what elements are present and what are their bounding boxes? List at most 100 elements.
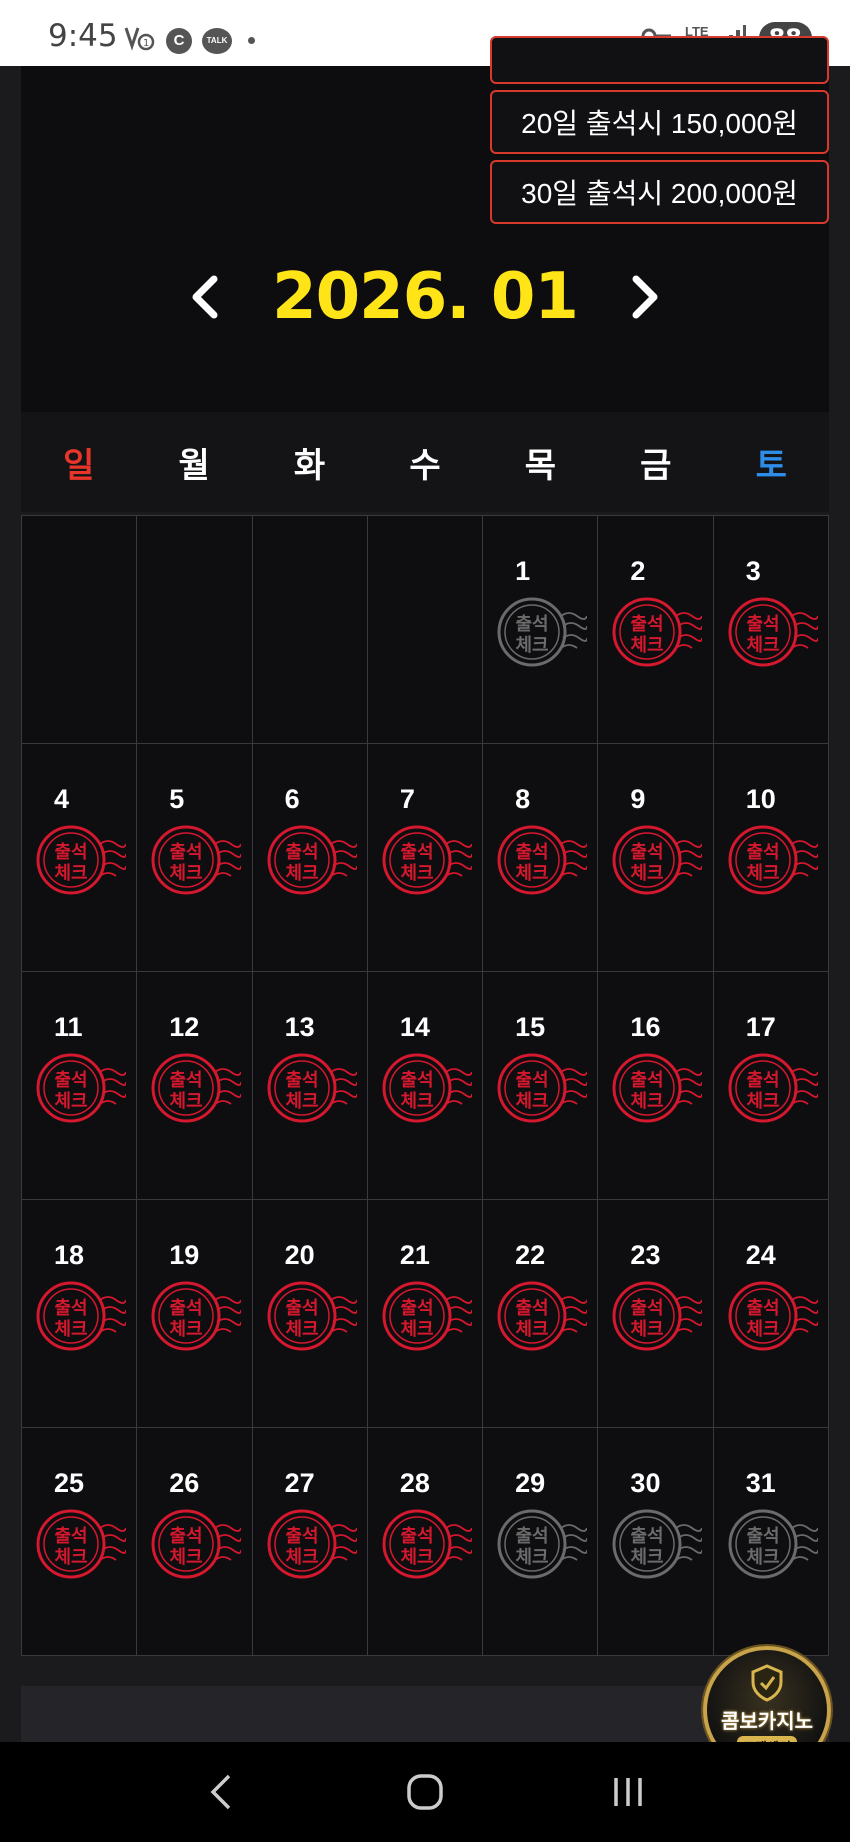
attendance-stamp-checked-icon: 출석체크	[36, 1509, 126, 1579]
stamp-text-top: 출석	[54, 1526, 87, 1547]
calendar-day-cell[interactable]: 1 출석 체크	[483, 516, 599, 744]
day-number: 8	[515, 784, 531, 814]
stamp-text-top: 출석	[516, 1298, 549, 1319]
calendar-day-cell[interactable]: 17 출석 체크	[713, 972, 829, 1200]
calendar-day-cell[interactable]: 19 출석 체크	[137, 1200, 253, 1428]
weekday-label: 화	[293, 446, 326, 485]
calendar-day-cell[interactable]: 18 출석 체크	[22, 1200, 138, 1428]
recents-icon[interactable]	[598, 1762, 658, 1822]
calendar-day-cell[interactable]: 30 출석 체크	[598, 1428, 714, 1656]
stamp-text-top: 출석	[285, 1298, 318, 1319]
stamp-text-bottom: 체크	[285, 1319, 318, 1340]
reward-row-20-days: 20일 출석시 150,000원	[490, 90, 829, 154]
day-number: 22	[515, 1240, 546, 1270]
calendar-day-cell[interactable]: 4 출석 체크	[22, 744, 138, 972]
stamp-text-bottom: 체크	[746, 1547, 779, 1568]
stamp-text-bottom: 체크	[54, 863, 87, 884]
day-number: 11	[54, 1012, 83, 1042]
day-number: 1	[515, 556, 531, 586]
volte-icon: 1	[124, 24, 156, 57]
attendance-stamp-checked-icon: 출석체크	[728, 1281, 818, 1351]
stamp-text-top: 출석	[746, 1070, 779, 1091]
calendar-day-cell[interactable]: 24 출석 체크	[713, 1200, 829, 1428]
calendar-day-cell[interactable]: 16 출석 체크	[598, 972, 714, 1200]
attendance-stamp-checked-icon: 출석체크	[612, 825, 703, 895]
stamp-text-top: 출석	[170, 1070, 203, 1091]
reward-row-30-days: 30일 출석시 200,000원	[490, 160, 829, 224]
stamp-text-top: 출석	[746, 1298, 779, 1319]
calendar-day-cell[interactable]: 14 출석 체크	[367, 972, 484, 1200]
stamp-text-bottom: 체크	[746, 1091, 779, 1112]
calendar-day-cell[interactable]: 27 출석 체크	[252, 1428, 368, 1656]
calendar-grid: 1 출석 체크 2 출석 체크 3 출석 체크 4 출석 체크 5 출석 체크 6 출석 체크 7 출석 체크 8 출석 체크…	[21, 515, 829, 1656]
stamp-text-bottom: 체크	[516, 1319, 549, 1340]
weekday-label: 월	[178, 446, 210, 485]
calendar-day-cell[interactable]: 3 출석 체크	[713, 516, 829, 744]
stamp-text-top: 출석	[746, 1526, 779, 1547]
weekday-label: 일	[63, 446, 95, 485]
calendar-day-cell[interactable]: 29 출석 체크	[483, 1428, 599, 1656]
calendar-day-cell[interactable]: 2 출석 체크	[598, 516, 714, 744]
stamp-text-top: 출석	[516, 842, 549, 863]
calendar-empty-cell	[22, 516, 138, 744]
month-navigation: 2026. 01	[0, 252, 850, 342]
day-number: 26	[169, 1468, 200, 1498]
attendance-stamp-checked-icon: 출석체크	[612, 597, 703, 667]
calendar-day-cell[interactable]: 15 출석 체크	[483, 972, 599, 1200]
calendar-day-cell[interactable]: 23 출석 체크	[598, 1200, 714, 1428]
calendar-day-cell[interactable]: 26 출석 체크	[137, 1428, 253, 1656]
calendar-day-cell[interactable]: 8 출석 체크	[483, 744, 599, 972]
stamp-text-bottom: 체크	[170, 1319, 203, 1340]
calendar-day-cell[interactable]: 13 출석 체크	[252, 972, 368, 1200]
chevron-right-icon[interactable]	[622, 267, 668, 327]
back-icon[interactable]	[192, 1762, 252, 1822]
calendar-day-cell[interactable]: 10 출석 체크	[713, 744, 829, 972]
calendar-empty-cell	[367, 516, 484, 744]
month-title: 2026. 01	[272, 260, 579, 334]
calendar-day-cell[interactable]: 11 출석 체크	[22, 972, 138, 1200]
attendance-stamp-checked-icon: 출석체크	[612, 1281, 703, 1351]
calendar-day-cell[interactable]: 21 출석 체크	[367, 1200, 484, 1428]
calendar-day-cell[interactable]: 6 출석 체크	[252, 744, 368, 972]
day-number: 23	[630, 1240, 661, 1270]
c-app-icon: C	[166, 27, 192, 54]
day-number: 17	[745, 1012, 776, 1042]
stamp-text-bottom: 체크	[516, 863, 549, 884]
calendar-day-cell[interactable]: 25 출석 체크	[22, 1428, 138, 1656]
chevron-left-icon[interactable]	[182, 267, 228, 327]
stamp-text-top: 출석	[400, 1298, 433, 1319]
calendar-day-cell[interactable]: 28 출석 체크	[367, 1428, 484, 1656]
calendar-day-cell[interactable]: 20 출석 체크	[252, 1200, 368, 1428]
home-icon[interactable]	[395, 1762, 455, 1822]
day-number: 9	[630, 784, 646, 814]
stamp-text-top: 출석	[170, 842, 203, 863]
stamp-text-bottom: 체크	[631, 863, 664, 884]
calendar-day-cell[interactable]: 31 출석 체크	[713, 1428, 829, 1656]
day-number: 7	[399, 784, 415, 814]
attendance-stamp-checked-icon: 출석체크	[151, 1281, 242, 1351]
calendar-day-cell[interactable]: 22 출석 체크	[483, 1200, 599, 1428]
calendar-day-cell[interactable]: 7 출석 체크	[367, 744, 484, 972]
calendar-day-cell[interactable]: 9 출석 체크	[598, 744, 714, 972]
day-number: 10	[745, 784, 776, 814]
calendar-day-cell[interactable]: 12 출석 체크	[137, 972, 253, 1200]
stamp-text-bottom: 체크	[400, 1091, 433, 1112]
attendance-stamp-checked-icon: 출석체크	[36, 825, 126, 895]
stamp-text-bottom: 체크	[746, 635, 779, 656]
day-number: 21	[399, 1240, 430, 1270]
weekday-label: 금	[640, 446, 672, 485]
weekday-label: 수	[409, 446, 441, 485]
stamp-text-bottom: 체크	[631, 1091, 664, 1112]
attendance-page: 20일 출석시 150,000원 30일 출석시 200,000원 2026. …	[0, 36, 850, 1774]
stamp-text-bottom: 체크	[170, 1091, 203, 1112]
weekday-label: 토	[755, 446, 787, 485]
day-number: 29	[515, 1468, 546, 1498]
stamp-text-top: 출석	[631, 1298, 664, 1319]
attendance-stamp-checked-icon: 출석체크	[267, 1053, 357, 1123]
attendance-stamp-checked-icon: 출석체크	[267, 1509, 357, 1579]
stamp-text-bottom: 체크	[54, 1547, 87, 1568]
calendar-day-cell[interactable]: 5 출석 체크	[137, 744, 253, 972]
attendance-stamp-unchecked-icon: 출석체크	[497, 597, 588, 667]
attendance-stamp-checked-icon: 출석체크	[36, 1053, 126, 1123]
attendance-stamp-checked-icon: 출석체크	[382, 825, 472, 895]
